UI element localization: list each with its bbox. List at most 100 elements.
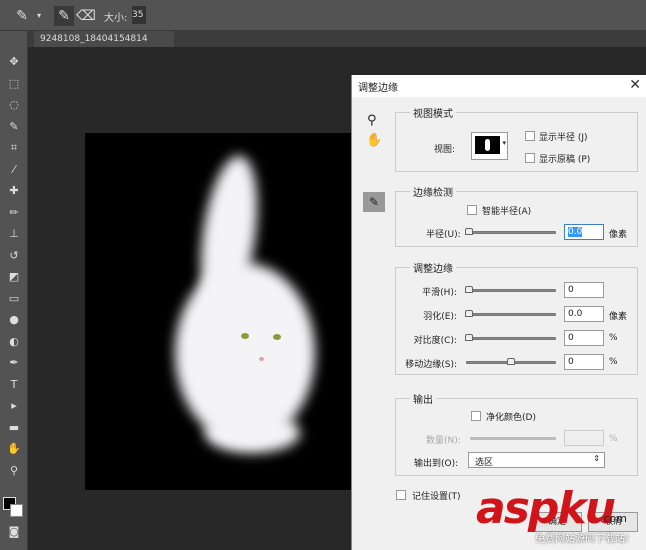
show-original-checkbox[interactable] [525,153,535,163]
cat-eye-right [273,334,281,340]
quick-mask-icon[interactable]: ◙ [0,521,28,543]
remember-settings-checkbox[interactable] [396,490,406,500]
decontaminate-colors-checkbox[interactable] [471,411,481,421]
size-input[interactable]: 35 [132,6,146,24]
adjust-row-slider[interactable] [465,334,556,341]
radius-input[interactable]: 0.0 [564,224,604,240]
background-color-swatch[interactable] [10,504,23,517]
adjust-row-slider[interactable] [466,358,556,365]
chevron-down-icon: ▾ [502,139,506,147]
amount-label: 数量(N): [426,436,461,446]
radius-label: 半径(U): [426,230,461,240]
output-to-value: 选区 [475,458,494,468]
document-tab[interactable]: 9248108_18404154814 [34,31,174,47]
view-mode-group: 视图模式 视图: ▾ 显示半径 (J) 显示原稿 (P) [395,105,638,172]
stamp-tool-icon[interactable]: ⊥ [0,223,28,245]
edge-detection-title: 边缘检测 [410,184,456,199]
show-original-label: 显示原稿 (P) [539,155,591,165]
image-canvas[interactable] [85,133,351,490]
eraser-tool-icon[interactable]: ◩ [0,266,28,288]
adjust-edge-group: 调整边缘 平滑(H): 0 羽化(E): 0.0 像素 对比度(C): 0 % 移动… [395,260,638,375]
adjust-row-value: 0 [568,357,574,367]
show-radius-label: 显示半径 (J) [539,133,588,143]
crop-tool-icon[interactable]: ⌗ [0,137,28,159]
adjust-row-slider[interactable] [465,286,556,293]
shape-tool-icon[interactable]: ▬ [0,417,28,439]
path-select-tool-icon[interactable]: ▸ [0,395,28,417]
view-mode-dropdown[interactable]: ▾ [471,132,508,160]
output-to-select[interactable]: 选区 ⇕ [468,452,605,468]
cat-nose [259,357,264,361]
adjust-row-input[interactable]: 0.0 [564,306,604,322]
gradient-tool-icon[interactable]: ▭ [0,288,28,310]
brush-tool-icon[interactable]: ✏ [0,202,28,224]
adjust-row-label: 羽化(E): [423,312,457,322]
healing-tool-icon[interactable]: ✚ [0,180,28,202]
refine-radius-tool-icon[interactable]: ✎ [363,192,385,212]
type-tool-icon[interactable]: T [0,374,28,396]
output-title: 输出 [410,391,436,406]
adjust-row-input[interactable]: 0 [564,282,604,298]
blur-tool-icon[interactable]: ● [0,309,28,331]
adjust-row-value: 0 [568,285,574,295]
slider-thumb[interactable] [465,228,473,235]
eyedropper-tool-icon[interactable]: ⁄ [0,159,28,181]
adjust-row-value: 0.0 [568,309,583,319]
watermark-logo: aspku [476,483,616,534]
slider-thumb[interactable] [465,334,473,341]
move-tool-icon[interactable]: ✥ [0,51,28,73]
history-brush-icon[interactable]: ↺ [0,245,28,267]
brush-preset-icon[interactable]: ✎ [12,6,32,26]
zoom-icon[interactable]: ⚲ [367,113,377,128]
erase-refinements-icon[interactable]: ⌫ [76,6,96,26]
cat-eye-left [241,333,249,339]
radius-unit: 像素 [609,230,628,240]
adjust-row-input[interactable]: 0 [564,354,604,370]
quick-select-tool-icon[interactable]: ✎ [0,116,28,138]
slider-thumb[interactable] [465,286,473,293]
adjust-row-label: 移动边缘(S): [405,360,457,370]
radius-slider[interactable] [465,228,556,235]
zoom-tool-icon[interactable]: ⚲ [0,460,28,482]
document-tab-bar: 9248108_18404154814 [28,31,646,47]
adjust-row-value: 0 [568,333,574,343]
lasso-tool-icon[interactable]: ◌ [0,94,28,116]
decontaminate-colors-label: 净化颜色(D) [486,413,536,423]
show-radius-checkbox[interactable] [525,131,535,141]
refine-radius-tool-icon[interactable]: ✎ [54,6,74,26]
adjust-row-input[interactable]: 0 [564,330,604,346]
cat-paws [205,413,300,453]
refine-edge-dialog: 调整边缘 ✕ ⚲ ✋ ✎ 视图模式 视图: ▾ 显示半径 (J) 显示原稿 (P… [351,75,646,550]
slider-thumb[interactable] [507,358,515,365]
watermark-domain: .com [600,512,627,525]
adjust-edge-title: 调整边缘 [410,260,456,275]
adjust-row-label: 平滑(H): [422,288,457,298]
dialog-title: 调整边缘 [358,83,398,94]
output-group: 输出 净化颜色(D) 数量(N): % 输出到(O): 选区 ⇕ [395,391,638,476]
view-mode-title: 视图模式 [410,105,456,120]
hand-tool-icon[interactable]: ✋ [0,438,28,460]
chevron-down-icon[interactable]: ▾ [34,6,44,26]
smart-radius-label: 智能半径(A) [482,207,532,217]
options-bar: ✎ ▾ ✎ ⌫ 大小: 35 [0,0,646,31]
edge-detection-group: 边缘检测 智能半径(A) 半径(U): 0.0 像素 [395,184,638,247]
output-to-label: 输出到(O): [414,459,459,469]
adjust-row-slider[interactable] [465,310,556,317]
smart-radius-checkbox[interactable] [467,205,477,215]
remember-settings-label: 记住设置(T) [412,492,461,502]
amount-unit: % [609,434,618,444]
marquee-tool-icon[interactable]: ⬚ [0,73,28,95]
radius-value: 0.0 [568,227,583,237]
size-label: 大小: [104,13,128,24]
amount-input [564,430,604,446]
adjust-row-unit: % [609,333,618,343]
close-icon[interactable]: ✕ [629,77,641,93]
slider-thumb[interactable] [465,310,473,317]
view-label: 视图: [434,145,456,155]
dialog-title-bar: 调整边缘 ✕ [352,75,646,97]
select-arrows-icon: ⇕ [593,454,600,463]
hand-icon[interactable]: ✋ [366,133,382,148]
dodge-tool-icon[interactable]: ◐ [0,331,28,353]
pen-tool-icon[interactable]: ✒ [0,352,28,374]
amount-slider [470,437,556,440]
